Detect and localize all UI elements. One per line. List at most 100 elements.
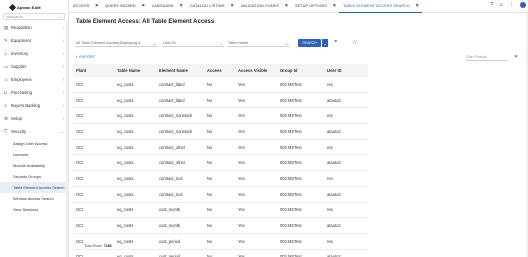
close-icon[interactable]: × [142, 3, 145, 9]
navigation-search-input[interactable]: Navigation ⌕ [3, 13, 65, 20]
tab-catalog-listing[interactable]: CATALOG LISTING × [186, 0, 237, 13]
cell-user-id: res [327, 81, 333, 87]
cell-table-name: eq_costs [117, 175, 134, 181]
search-button[interactable]: SEARCH [298, 39, 321, 47]
search-options-button[interactable]: ⌄ [321, 39, 328, 47]
close-icon[interactable]: × [416, 3, 419, 9]
cell-access: No [207, 81, 213, 87]
tab-validation-codes[interactable]: VALIDATION CODES × [237, 0, 291, 13]
column-header-table-name[interactable]: Table Name [114, 68, 156, 73]
table-row[interactable]: OCI eq_costs contract_other No Yes 003 MSTest… [73, 140, 368, 156]
sidebar-subitem-licenses[interactable]: Licenses [0, 149, 69, 160]
cell-user-id: atauto2 [327, 223, 341, 229]
funnel-filter-icon[interactable]: ⏷ [514, 54, 518, 60]
cell-access: No [207, 238, 213, 244]
table-row[interactable]: OCI eq_costs cost_period No Yes 003 MSTest res [73, 234, 368, 250]
close-icon[interactable]: × [180, 3, 183, 9]
cell-group-id: 003 MSTest [280, 113, 302, 119]
cell-access-visible: Yes [238, 160, 245, 166]
table-row[interactable]: OCI eq_costs contract_nonstock No Yes 003 MST… [73, 124, 368, 140]
cell-table-name: eq_costs [117, 207, 134, 213]
close-icon[interactable]: × [285, 3, 288, 9]
tab-access[interactable]: ACCESS × [69, 0, 101, 13]
cell-plant: OCI [76, 191, 84, 197]
notification-bell-icon[interactable]: ♫ [499, 2, 503, 8]
tab-language[interactable]: LANGUAGE × [148, 0, 186, 13]
table-row[interactable]: OCI eq_costs cost_month No Yes 003 MSTest atau… [73, 218, 368, 234]
user-id-select[interactable]: User ID ⌄ [163, 40, 224, 47]
cell-group-id: 003 MSTest [280, 97, 302, 103]
filter-results-input[interactable]: Filter Results [466, 54, 508, 61]
chevron-down-icon: ⌄ [219, 40, 223, 46]
column-header-plant[interactable]: Plant [73, 68, 114, 73]
export-button[interactable]: ▪ EXPORT [76, 55, 95, 59]
cell-access-visible: Yes [238, 223, 245, 229]
cell-table-name: eq_costs [117, 144, 134, 150]
page-title: Table Element Access: All Table Element … [76, 19, 215, 25]
table-row[interactable]: OCI eq_costs cost_period No Yes 003 MSTest ata… [73, 250, 368, 257]
tab-setup-options[interactable]: SETUP OPTIONS × [291, 0, 339, 13]
sidebar-item-security[interactable]: ⛉ Security ⌄ [0, 125, 69, 138]
search-icon: ⌕ [59, 14, 62, 19]
table-row[interactable]: OCI eq_costs contract_other No Yes 003 MSTest… [73, 155, 368, 172]
cell-table-name: eq_costs [117, 223, 134, 229]
sidebar-subitem-module-availability[interactable]: Module Availability [0, 160, 69, 171]
sidebar-item-setup[interactable]: ⚙ Setup › [0, 112, 69, 125]
column-header-element-name[interactable]: Element Name [156, 68, 204, 73]
cell-table-name: eq_costs [117, 128, 134, 134]
cell-group-id: 003 MSTest [280, 223, 302, 229]
sidebar-item-label: Buyers Backlog [11, 103, 41, 108]
sidebar-subitem-security-groups[interactable]: Security Groups [0, 171, 69, 182]
sidebar-item-label: Inventory [11, 51, 29, 56]
table-row[interactable]: OCI eq_costs cost_month No Yes 003 MSTest res [73, 203, 368, 219]
app-logo[interactable]: Aptean EAM [8, 3, 41, 11]
sidebar-item-equipment[interactable]: ✎ Equipment › [0, 34, 69, 47]
sidebar-item-label: Requisition [11, 25, 32, 30]
cell-element-name: contract_tool [159, 175, 183, 181]
saved-search-select[interactable]: All Table Element Access(Displaying a ⌄ [76, 40, 157, 47]
close-icon[interactable]: × [333, 3, 336, 9]
tab-query-wizard[interactable]: QUERY WIZARD × [101, 0, 148, 13]
close-icon[interactable]: × [231, 3, 234, 9]
sidebar-item-buyers-backlog[interactable]: ≡ Buyers Backlog › [0, 99, 69, 112]
column-header-user-id[interactable]: User ID [324, 68, 368, 73]
cell-access-visible: Yes [238, 207, 245, 213]
column-header-access-visible[interactable]: Access Visible [235, 68, 277, 73]
main-content: Table Element Access: All Table Element … [69, 13, 528, 257]
close-icon[interactable]: × [95, 3, 98, 9]
sidebar-item-label: Setup [11, 116, 22, 121]
sidebar-subitem-view-sessions[interactable]: View Sessions [0, 204, 69, 215]
help-icon[interactable]: ? [490, 2, 493, 8]
table-body: OCI eq_costs contract_labor No Yes 003 MSTest… [73, 77, 368, 257]
cell-group-id: 003 MSTest [280, 191, 302, 197]
column-header-access[interactable]: Access [204, 68, 235, 73]
tab-label: SETUP OPTIONS [294, 4, 328, 8]
table-row[interactable]: OCI eq_costs contract_labor No Yes 003 MSTest… [73, 93, 368, 109]
table-row[interactable]: OCI eq_costs contract_nonstock No Yes 003 MST… [73, 108, 368, 125]
tab-bar: ACCESS × QUERY WIZARD × LANGUAGE × CATAL… [69, 0, 528, 13]
sidebar-item-requisition[interactable]: ▤ Requisition › [0, 21, 69, 34]
sidebar-subitem-table-element-access-search[interactable]: Table Element Access Search [0, 182, 69, 193]
sidebar-item-purchasing[interactable]: ⊔ Purchasing › [0, 86, 69, 99]
table-row[interactable]: OCI eq_costs contract_tool No Yes 003 MSTest r… [73, 171, 368, 187]
tab-table-element-access-search[interactable]: TABLE ELEMENT ACCESS SEARCH × [339, 0, 422, 13]
export-label: EXPORT [79, 55, 95, 59]
star-icon[interactable]: ☆ [352, 39, 357, 46]
chevron-right-icon: › [62, 90, 64, 95]
pin-icon[interactable]: ⌖ [334, 39, 337, 46]
sidebar-item-employees[interactable]: ☺ Employees › [0, 73, 69, 86]
column-header-group-id[interactable]: Group Id [277, 68, 324, 73]
chevron-right-icon: › [62, 25, 64, 30]
cell-element-name: cost_month [159, 207, 181, 213]
sidebar-subitem-window-access-search[interactable]: Window Access Search [0, 193, 69, 204]
sidebar-scrollbar[interactable] [66, 20, 68, 257]
menu-icon[interactable]: ⋮ [509, 2, 514, 8]
table-row[interactable]: OCI eq_costs contract_tool No Yes 003 MSTest a… [73, 187, 368, 203]
cell-access-visible: Yes [238, 81, 245, 87]
sidebar-item-supplier[interactable]: ▭ Supplier › [0, 60, 69, 73]
avatar[interactable] [520, 2, 526, 8]
sidebar-item-inventory[interactable]: ◇ Inventory › [0, 47, 69, 60]
table-row[interactable]: OCI eq_costs contract_labor No Yes 003 MSTest… [73, 77, 368, 93]
table-name-select[interactable]: Table Name ⌄ [228, 40, 289, 47]
sidebar-subitem-assign-user-access[interactable]: Assign User Access [0, 138, 69, 149]
